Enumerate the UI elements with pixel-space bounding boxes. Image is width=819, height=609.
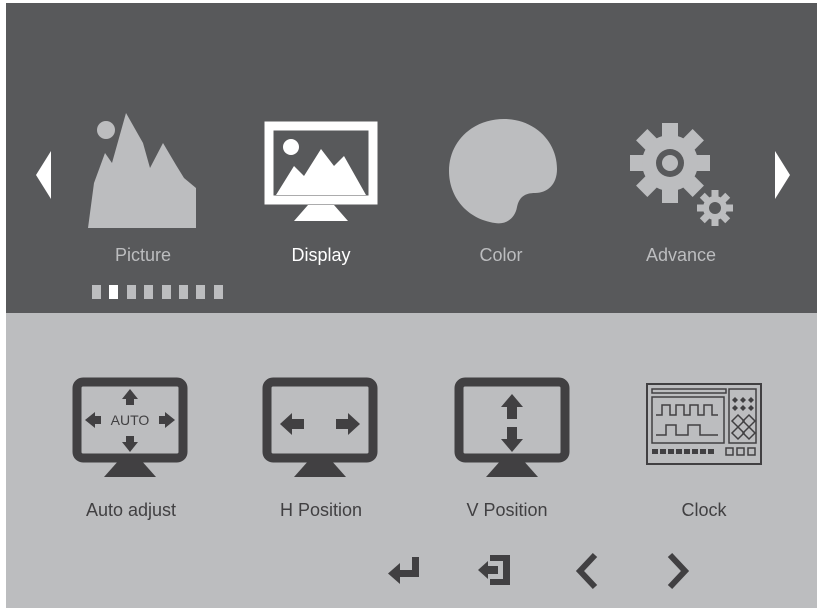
page-dot: [109, 285, 119, 299]
submenu-item-clock[interactable]: Clock: [619, 500, 789, 521]
page-dot: [161, 285, 171, 299]
menu-item-picture[interactable]: Picture: [63, 245, 223, 266]
left-icon[interactable]: [575, 552, 599, 590]
right-icon[interactable]: [666, 552, 690, 590]
clock-icon[interactable]: [646, 383, 762, 465]
page-dot: [179, 285, 188, 299]
enter-icon[interactable]: [388, 554, 422, 586]
page-dot: [196, 285, 206, 299]
h-position-icon[interactable]: [262, 377, 378, 479]
gears-icon[interactable]: [628, 121, 738, 231]
submenu-item-v-position[interactable]: V Position: [422, 500, 592, 521]
color-palette-icon[interactable]: [449, 119, 559, 225]
v-position-icon[interactable]: [454, 377, 570, 479]
menu-item-display[interactable]: Display: [241, 245, 401, 266]
page-dot: [126, 285, 136, 299]
submenu-item-h-position[interactable]: H Position: [236, 500, 406, 521]
osd-menu: Picture Display Color Advance AUTO Auto …: [6, 3, 817, 608]
menu-item-color[interactable]: Color: [421, 245, 581, 266]
scroll-left-arrow-icon[interactable]: [36, 151, 52, 199]
menu-item-advance[interactable]: Advance: [601, 245, 761, 266]
page-dot: [144, 285, 154, 299]
scroll-right-arrow-icon[interactable]: [775, 151, 791, 199]
page-dot: [92, 285, 101, 299]
exit-icon[interactable]: [476, 553, 512, 587]
page-dot: [213, 285, 223, 299]
auto-text: AUTO: [111, 412, 150, 428]
auto-adjust-icon[interactable]: AUTO: [72, 377, 188, 479]
submenu-item-auto-adjust[interactable]: Auto adjust: [46, 500, 216, 521]
picture-icon[interactable]: [88, 113, 200, 228]
display-icon[interactable]: [264, 121, 378, 223]
